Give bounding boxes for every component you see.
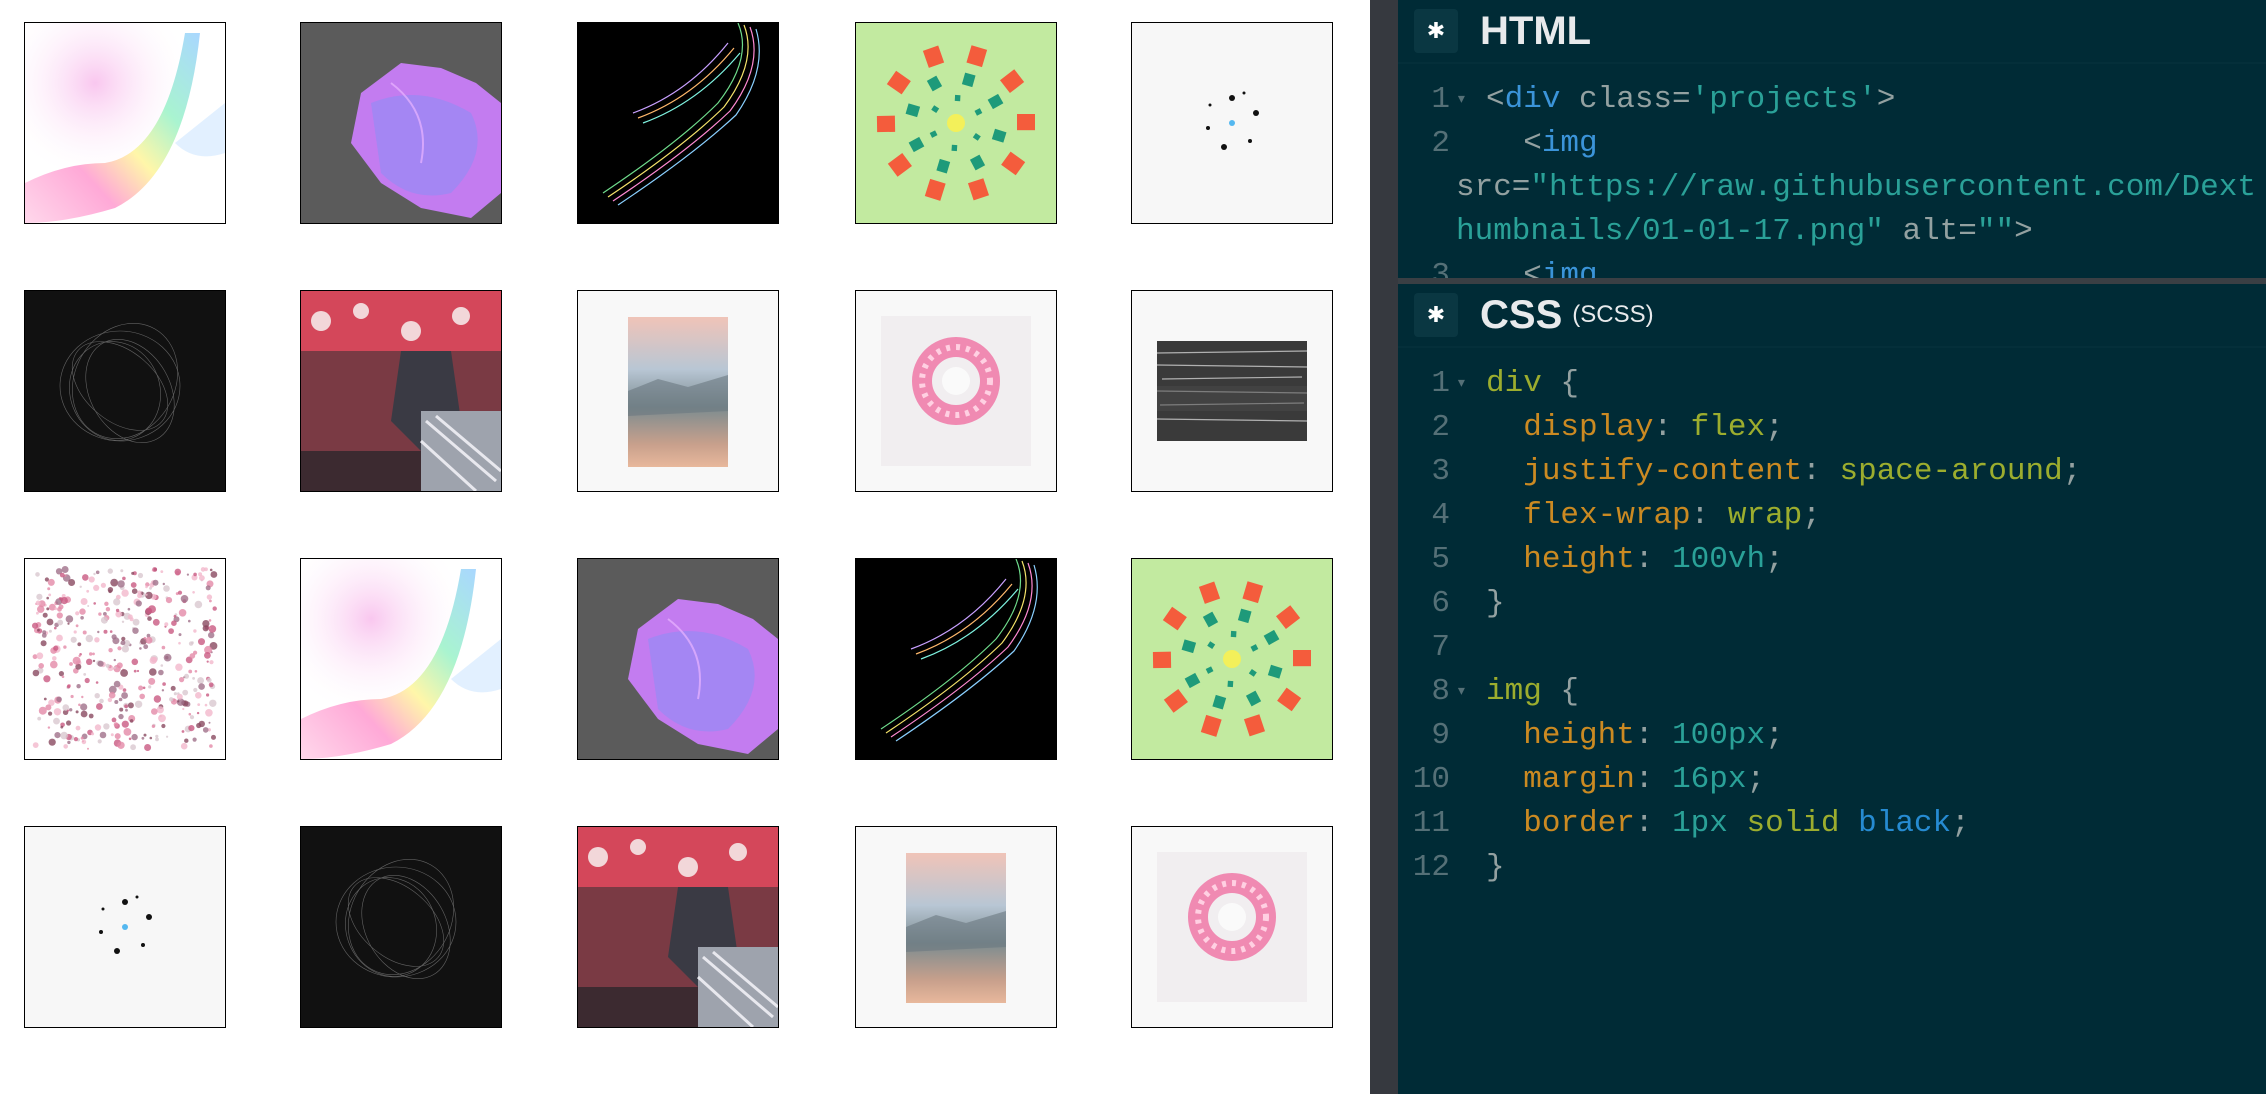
css-preprocessor-label: (SCSS) xyxy=(1572,301,1654,328)
thumbnail-glitch-portrait xyxy=(577,826,779,1028)
thumbnail-pastel-swirl xyxy=(300,558,502,760)
thumbnail-gray-waves xyxy=(1131,290,1333,492)
thumbnail-neon-ribbon xyxy=(855,558,1057,760)
html-panel-header: ✱ HTML xyxy=(1398,0,2266,64)
line-number: 8 xyxy=(1431,674,1450,709)
line-number: 5 xyxy=(1431,542,1450,577)
thumbnail-pastel-swirl xyxy=(24,22,226,224)
thumbnail-pink-donut xyxy=(1131,826,1333,1028)
thumbnail-purple-blob xyxy=(300,22,502,224)
line-number: 3 xyxy=(1431,454,1450,489)
thumbnail-dot-circle xyxy=(24,826,226,1028)
css-panel-title: CSS xyxy=(1480,292,1563,337)
thumbnail-dark-scribble xyxy=(300,826,502,1028)
html-panel-title: HTML xyxy=(1480,8,1592,53)
css-panel-header: ✱ CSS (SCSS) xyxy=(1398,284,2266,348)
thumbnail-sunset-slice xyxy=(855,826,1057,1028)
code-editor: ✱ HTML 1 ▾ <div class='projects'> 2 <img src… xyxy=(1398,0,2266,1094)
html-panel: ✱ HTML 1 ▾ <div class='projects'> 2 <img src… xyxy=(1398,0,2266,278)
thumbnail-green-petal-wheel xyxy=(1131,558,1333,760)
line-number: 2 xyxy=(1431,126,1450,161)
css-code-area[interactable]: 1 ▾ div {2 display: flex; 3 justify-content… xyxy=(1398,362,2266,1082)
pane-resize-handle[interactable] xyxy=(1370,0,1398,1094)
line-number: 2 xyxy=(1431,410,1450,445)
line-number: 12 xyxy=(1412,850,1450,885)
line-number: 1 xyxy=(1431,82,1450,117)
thumbnail-sunset-slice xyxy=(577,290,779,492)
thumbnail-purple-blob xyxy=(577,558,779,760)
preview-pane xyxy=(0,0,1370,1094)
line-number: 4 xyxy=(1431,498,1450,533)
thumbnail-glitch-portrait xyxy=(300,290,502,492)
fold-toggle-icon[interactable]: ▾ xyxy=(1456,78,1467,122)
thumbnail-green-petal-wheel xyxy=(855,22,1057,224)
thumbnail-pink-noise xyxy=(24,558,226,760)
css-panel: ✱ CSS (SCSS) 1 ▾ div {2 display: flex; 3 ju… xyxy=(1398,284,2266,1094)
fold-toggle-icon[interactable]: ▾ xyxy=(1456,670,1467,714)
fold-toggle-icon[interactable]: ▾ xyxy=(1456,362,1467,406)
line-number: 3 xyxy=(1431,258,1450,278)
thumbnail-dark-scribble xyxy=(24,290,226,492)
thumbnail-neon-ribbon xyxy=(577,22,779,224)
thumbnail-pink-donut xyxy=(855,290,1057,492)
line-number: 1 xyxy=(1431,366,1450,401)
line-number: 6 xyxy=(1431,586,1450,621)
line-number: 7 xyxy=(1431,630,1450,665)
line-number: 11 xyxy=(1412,806,1450,841)
line-number: 9 xyxy=(1431,718,1450,753)
line-number: 10 xyxy=(1412,762,1450,797)
gear-icon[interactable]: ✱ xyxy=(1414,9,1458,53)
gear-icon[interactable]: ✱ xyxy=(1414,293,1458,337)
html-code-area[interactable]: 1 ▾ <div class='projects'> 2 <img src="https… xyxy=(1398,78,2266,278)
thumbnail-dot-circle xyxy=(1131,22,1333,224)
